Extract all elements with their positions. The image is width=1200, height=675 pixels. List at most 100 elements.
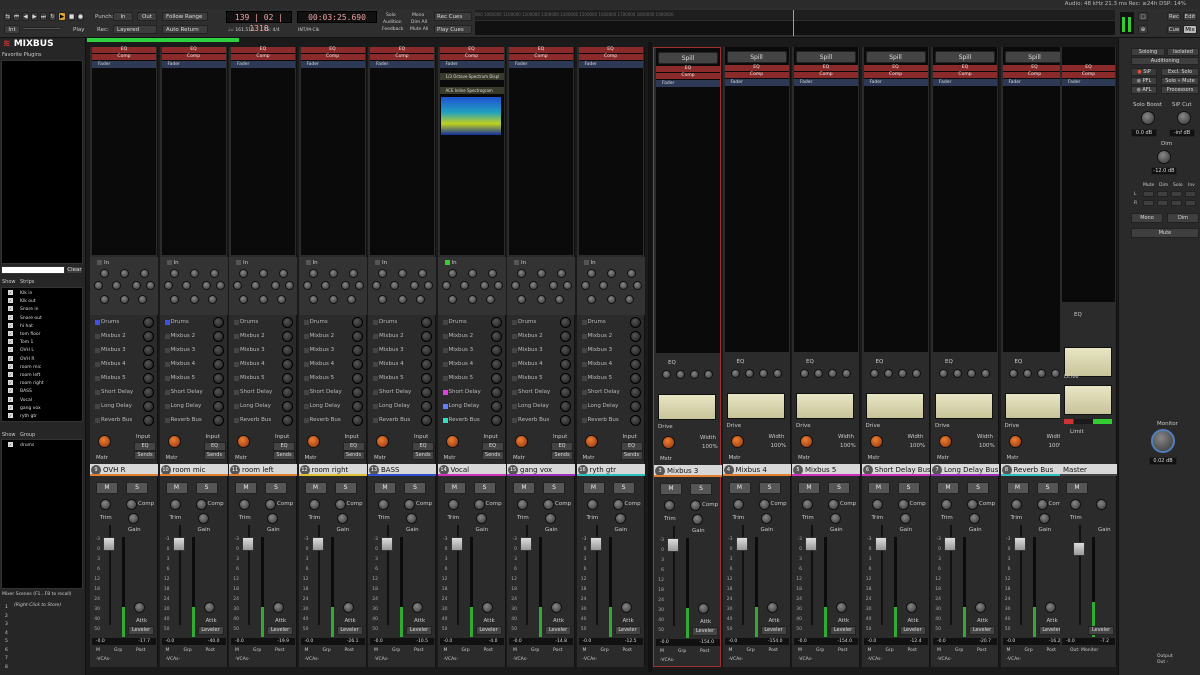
eq-plugin[interactable]: EQ [161,47,226,53]
eq-toggle[interactable]: EQ [551,442,573,451]
output-button[interactable]: Out: Monitor [1062,647,1115,654]
scene-number[interactable]: 2 [5,614,8,619]
send-row[interactable]: Mixbus 5 [440,372,504,385]
trim-knob[interactable] [802,499,813,510]
send-row[interactable]: Long Delay [301,400,365,413]
send-row[interactable]: Long Delay [231,400,295,413]
strip-name[interactable]: 6 Short Delay Bus [861,464,930,476]
send-led[interactable] [303,362,309,367]
send-row[interactable]: Mixbus 5 [509,372,573,385]
send-level-knob[interactable] [143,359,154,370]
send-level-knob[interactable] [629,401,641,412]
auditioning-indicator[interactable]: Auditioning [1131,57,1199,65]
strip-name[interactable]: 13 BASS [368,464,436,476]
send-row[interactable]: Mixbus 2 [92,330,156,343]
send-row[interactable]: Drums [370,316,434,329]
plugin-box[interactable] [863,47,928,352]
strip-list-item[interactable]: ✓ OVH L [8,347,34,354]
meter-point-button[interactable]: M [235,647,239,654]
send-led[interactable] [442,404,448,409]
strip-name[interactable]: 10 room mic [159,464,228,476]
rec-cues-button[interactable]: Rec Cues [434,12,472,21]
send-row[interactable]: Drums [92,316,156,329]
vca-assign-button[interactable]: -VCAs- [579,656,643,663]
meter-point-button[interactable]: M [798,647,802,654]
send-row[interactable]: Long Delay [162,400,226,413]
strips-list[interactable]: ✓ Klk in ✓ Klk out ✓ Snare in ✓ Snare out ✓ hi ha… [1,287,83,422]
comp-plugin[interactable]: Comp [231,54,295,60]
send-led[interactable] [373,418,378,423]
send-level-knob[interactable] [421,373,432,384]
spill-button[interactable]: Spill [1004,51,1065,63]
plugin-box[interactable] [509,47,573,255]
send-row[interactable]: Short Delay [509,386,573,399]
attack-knob[interactable] [203,602,215,613]
monitor-level-value[interactable]: 0.02 dB [1149,457,1177,465]
send-led[interactable] [512,334,517,339]
channel-fader[interactable] [589,537,602,551]
eq-knob[interactable] [372,281,381,290]
post-button[interactable]: Post [206,647,215,654]
send-row[interactable]: Reverb Bus [509,414,573,427]
eq-knob[interactable] [308,295,318,304]
attack-knob[interactable] [1044,602,1056,613]
trim-knob[interactable] [517,499,528,510]
eq-knob[interactable] [259,295,268,304]
strip-list-item[interactable]: ✓ ryth gtr [8,413,37,420]
send-level-knob[interactable] [629,331,641,342]
send-level-knob[interactable] [351,359,363,370]
comp-plugin[interactable]: Comp [439,54,504,60]
strip-list-item[interactable]: ✓ hi hat [8,322,33,330]
group-visible-checkbox[interactable]: ✓ [8,442,13,447]
mini-timeline[interactable] [475,21,1115,35]
send-row[interactable]: Mixbus 2 [231,330,295,343]
eq-knob[interactable] [169,269,179,278]
comp-knob[interactable] [690,500,701,511]
strip-visible-checkbox[interactable]: ✓ [8,388,13,394]
send-led[interactable] [373,320,378,325]
eq-toggle[interactable]: EQ [342,442,365,451]
strip-list-item[interactable]: ✓ room mic [8,363,41,371]
feedback-button[interactable]: Feedback [382,26,403,34]
gain-knob[interactable] [614,513,626,524]
send-led[interactable] [303,348,309,353]
eq-knob[interactable] [618,281,628,290]
bus-eq-knob[interactable] [772,369,782,378]
leveler-button[interactable]: Leveler [545,626,571,635]
send-level-knob[interactable] [143,331,154,342]
mute-r-button[interactable] [1143,200,1154,206]
in-led[interactable] [444,260,450,265]
send-led[interactable] [581,418,587,423]
eq-knob[interactable] [447,269,457,278]
send-led[interactable] [164,376,170,381]
send-row[interactable]: Mixbus 3 [92,344,156,357]
pan-knob[interactable] [98,435,111,448]
clear-button[interactable]: Clear [66,266,83,274]
sends-toggle[interactable]: Sends [412,451,434,460]
strip-list-item[interactable]: ✓ tom floor [8,331,41,338]
meter-point-button[interactable]: M [660,648,664,655]
vca-assign-button[interactable]: -VCAs- [301,656,365,663]
comp-plugin[interactable]: Comp [863,72,928,78]
fader-plugin[interactable]: Fader [933,79,997,86]
bus-eq-knob[interactable] [1036,369,1046,378]
send-level-knob[interactable] [560,401,571,412]
leveler-button[interactable]: Leveler [899,626,926,635]
record-icon[interactable]: ● [77,12,84,21]
eq-knob[interactable] [354,281,364,290]
send-level-knob[interactable] [560,415,571,426]
send-led[interactable] [95,362,100,367]
send-level-knob[interactable] [143,415,154,426]
sends-toggle[interactable]: Sends [273,451,295,460]
send-row[interactable]: Mixbus 2 [579,330,643,343]
mute-button[interactable]: M [798,482,820,494]
strip-name[interactable]: 12 room right [298,464,367,476]
shuttle-slider[interactable] [22,27,62,30]
send-level-knob[interactable] [351,387,363,398]
strip-name[interactable]: Master [1060,464,1117,476]
comp-plugin[interactable]: Comp [300,54,365,60]
excl-solo-button[interactable]: Excl. Solo [1161,68,1199,76]
trim-knob[interactable] [871,499,883,510]
eq-knob[interactable] [120,295,129,304]
plugin-box[interactable] [724,47,789,352]
